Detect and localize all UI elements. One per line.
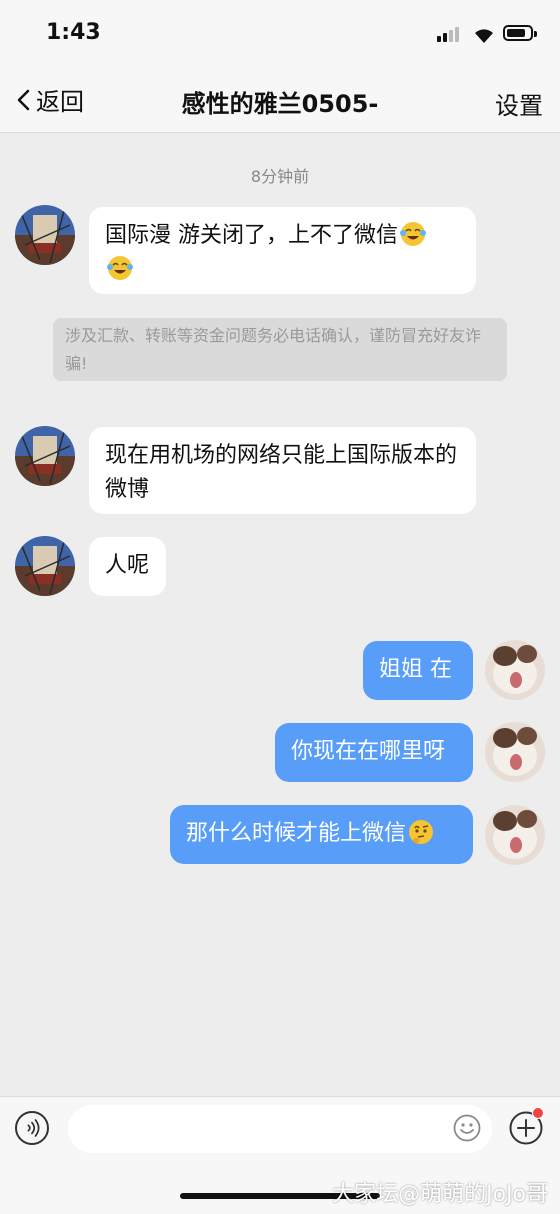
message-bubble-outgoing[interactable]: 姐姐 在	[363, 641, 473, 700]
contact-avatar[interactable]	[15, 536, 75, 596]
message-text: 国际漫 游关闭了，上不了微信	[105, 223, 398, 248]
laughing-crying-emoji-icon	[400, 222, 426, 246]
message-input[interactable]	[68, 1105, 492, 1153]
safety-notice: 涉及汇款、转账等资金问题务必电话确认，谨防冒充好友诈骗!	[53, 318, 507, 381]
emoji-icon[interactable]	[453, 1114, 481, 1142]
thinking-emoji-icon	[409, 820, 434, 844]
contact-avatar[interactable]	[15, 205, 75, 265]
message-bubble-incoming[interactable]: 现在用机场的网络只能上国际版本的微博	[89, 427, 476, 514]
battery-icon	[503, 25, 537, 41]
watermark: 大家坛@萌萌的JoJo哥	[332, 1182, 548, 1207]
message-text: 那什么时候才能上微信	[186, 821, 407, 846]
message-text: 姐姐 在	[379, 657, 452, 682]
status-bar: 1:43	[0, 0, 560, 60]
settings-button[interactable]: 设置	[495, 86, 543, 121]
laughing-crying-emoji-icon	[107, 256, 133, 280]
chat-header: 返回 感性的雅兰0505- 设置	[0, 60, 560, 133]
chat-title: 感性的雅兰0505-	[181, 90, 379, 118]
my-avatar[interactable]	[485, 640, 545, 700]
message-timestamp: 8分钟前	[250, 167, 310, 186]
my-avatar[interactable]	[485, 805, 545, 865]
message-text: 现在用机场的网络只能上国际版本的微博	[105, 443, 458, 502]
message-bubble-incoming[interactable]: 人呢	[89, 537, 166, 596]
message-bubble-outgoing[interactable]: 那什么时候才能上微信	[170, 805, 473, 864]
message-bubble-outgoing[interactable]: 你现在在哪里呀	[275, 723, 473, 782]
my-avatar[interactable]	[485, 722, 545, 782]
clock: 1:43	[46, 20, 101, 45]
message-bubble-incoming[interactable]: 国际漫 游关闭了，上不了微信	[89, 207, 476, 294]
contact-avatar[interactable]	[15, 426, 75, 486]
notification-dot	[532, 1107, 544, 1119]
voice-icon[interactable]	[15, 1111, 49, 1145]
message-text: 人呢	[105, 553, 150, 578]
signal-icon	[437, 26, 463, 42]
wifi-icon	[475, 29, 493, 43]
message-text: 你现在在哪里呀	[291, 739, 446, 764]
input-bar: 大家坛@萌萌的JoJo哥	[0, 1096, 560, 1214]
